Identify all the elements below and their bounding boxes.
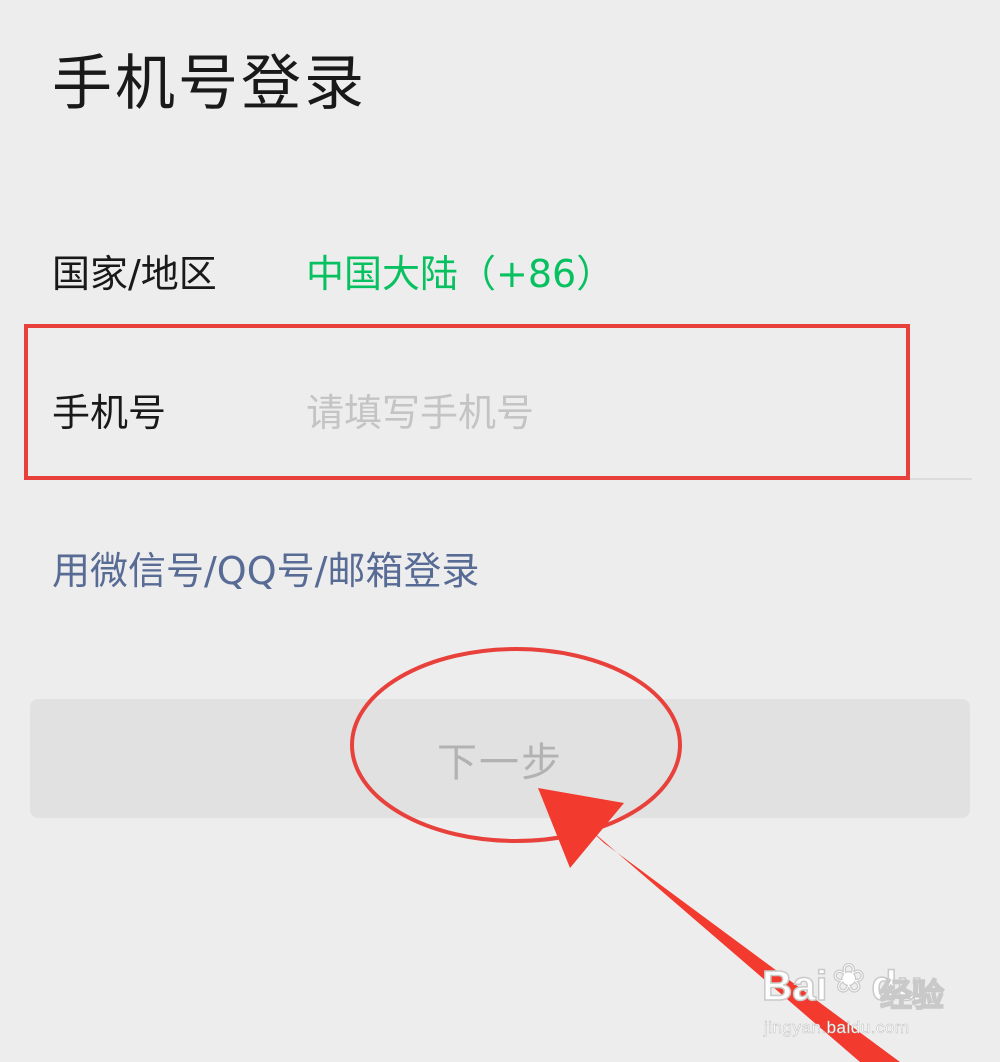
field-divider	[300, 478, 972, 480]
watermark-logo: Bai du	[761, 961, 923, 1010]
watermark-url: jingyan.baidu.com	[764, 1018, 910, 1038]
next-step-button[interactable]: 下一步	[30, 699, 970, 818]
baidu-jingyan-watermark: Bai du ❀ 经验 jingyan.baidu.com	[761, 955, 962, 1046]
alternate-login-link[interactable]: 用微信号/QQ号/邮箱登录	[52, 546, 479, 596]
phone-number-input[interactable]	[300, 384, 906, 442]
country-region-label: 国家/地区	[52, 252, 217, 296]
page-title: 手机号登录	[52, 49, 367, 119]
phone-number-label: 手机号	[52, 391, 167, 435]
pointer-arrow	[538, 788, 900, 1062]
country-region-selector[interactable]: 中国大陆（+86）	[306, 250, 614, 298]
paw-icon: ❀	[831, 955, 866, 1002]
watermark-brand: 经验	[879, 976, 945, 1014]
annotation-overlay	[350, 647, 900, 1062]
